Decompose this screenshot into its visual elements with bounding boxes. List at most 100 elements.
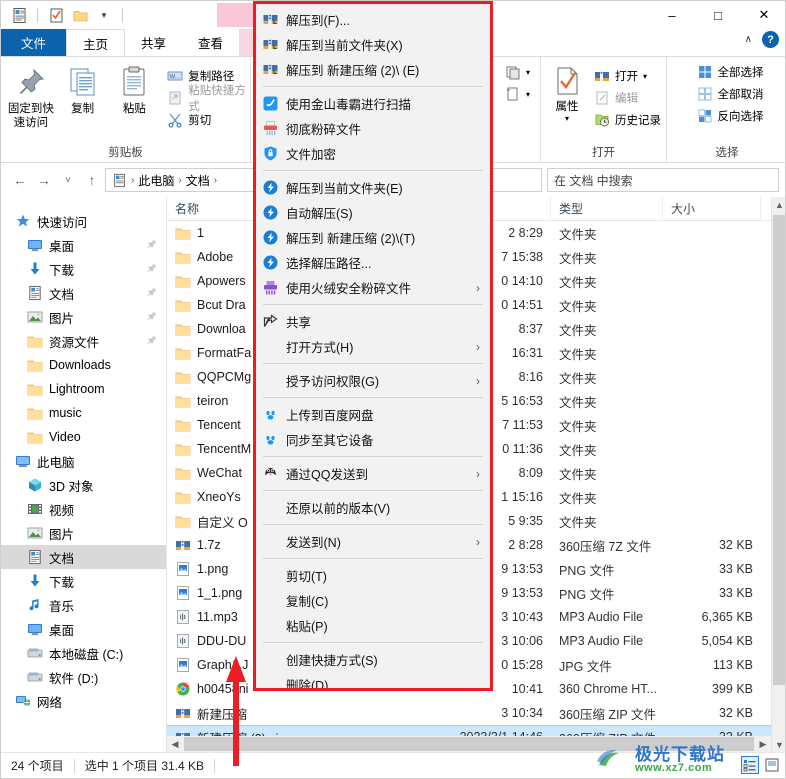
- column-header-type[interactable]: 类型: [551, 197, 663, 221]
- pin-icon[interactable]: [146, 334, 158, 349]
- search-input[interactable]: 在 文档 中搜索: [547, 168, 779, 192]
- pin-icon[interactable]: [146, 238, 158, 253]
- copy-to-dropdown-icon[interactable]: ▾: [526, 90, 530, 99]
- paste-shortcut-button[interactable]: 粘贴快捷方式: [164, 85, 250, 113]
- menu-item-1[interactable]: 解压到当前文件夹(X): [256, 32, 490, 57]
- menu-item-14[interactable]: 共享: [256, 309, 490, 334]
- new-folder-icon[interactable]: [70, 5, 90, 25]
- sidebar-item-13[interactable]: 图片: [1, 521, 166, 545]
- recent-locations-button[interactable]: ˅: [57, 168, 79, 192]
- scroll-left-arrow[interactable]: ◀: [167, 736, 183, 752]
- properties-icon[interactable]: [46, 5, 66, 25]
- sidebar-item-9[interactable]: Video: [1, 425, 166, 449]
- maximize-button[interactable]: □: [695, 1, 741, 29]
- sidebar-item-16[interactable]: 音乐: [1, 593, 166, 617]
- menu-item-20[interactable]: 同步至其它设备: [256, 427, 490, 452]
- sidebar-item-4[interactable]: 图片: [1, 305, 166, 329]
- column-header-size[interactable]: 大小: [663, 197, 761, 221]
- large-icons-view-button[interactable]: [763, 756, 781, 774]
- sidebar-item-3[interactable]: 文档: [1, 281, 166, 305]
- sidebar-item-0[interactable]: 快速访问: [1, 209, 166, 233]
- sidebar-item-12[interactable]: 视频: [1, 497, 166, 521]
- sidebar-item-7[interactable]: Lightroom: [1, 377, 166, 401]
- menu-item-4[interactable]: 使用金山毒霸进行扫描: [256, 91, 490, 116]
- pin-icon[interactable]: [146, 310, 158, 325]
- properties-dropdown-icon[interactable]: ▾: [565, 114, 569, 123]
- sidebar-item-10[interactable]: 此电脑: [1, 449, 166, 473]
- menu-item-11[interactable]: 选择解压路径...: [256, 250, 490, 275]
- invert-selection-button[interactable]: 反向选择: [694, 105, 767, 127]
- table-row[interactable]: 新建压缩 3 10:34 360压缩 ZIP 文件 32 KB: [167, 701, 785, 725]
- pin-icon[interactable]: [146, 262, 158, 277]
- menu-item-19[interactable]: 上传到百度网盘: [256, 402, 490, 427]
- sidebar-item-11[interactable]: 3D 对象: [1, 473, 166, 497]
- breadcrumb-item-computer[interactable]: 此电脑: [138, 172, 174, 189]
- sidebar-item-5[interactable]: 资源文件: [1, 329, 166, 353]
- tab-home[interactable]: 主页: [66, 29, 126, 56]
- menu-item-6[interactable]: 文件加密: [256, 141, 490, 166]
- forward-button[interactable]: →: [33, 168, 55, 192]
- pin-icon[interactable]: [146, 286, 158, 301]
- details-view-button[interactable]: [741, 756, 759, 774]
- copy-to-button[interactable]: ▾: [502, 83, 533, 105]
- open-dropdown-icon[interactable]: ▾: [643, 72, 647, 81]
- select-all-button[interactable]: 全部选择: [694, 61, 767, 83]
- back-button[interactable]: ←: [9, 168, 31, 192]
- menu-item-8[interactable]: 解压到当前文件夹(E): [256, 175, 490, 200]
- sidebar-item-20[interactable]: 网络: [1, 689, 166, 713]
- open-button[interactable]: 打开 ▾: [591, 65, 664, 87]
- menu-item-2[interactable]: 解压到 新建压缩 (2)\ (E): [256, 57, 490, 82]
- menu-item-30[interactable]: 粘贴(P): [256, 613, 490, 638]
- history-button[interactable]: 历史记录: [591, 109, 664, 131]
- sidebar-item-2[interactable]: 下载: [1, 257, 166, 281]
- menu-item-29[interactable]: 复制(C): [256, 588, 490, 613]
- menu-item-12[interactable]: 使用火绒安全粉碎文件 ›: [256, 275, 490, 300]
- menu-item-26[interactable]: 发送到(N) ›: [256, 529, 490, 554]
- menu-item-0[interactable]: 解压到(F)...: [256, 7, 490, 32]
- menu-item-32[interactable]: 创建快捷方式(S): [256, 647, 490, 672]
- menu-item-22[interactable]: 通过QQ发送到 ›: [256, 461, 490, 486]
- menu-item-28[interactable]: 剪切(T): [256, 563, 490, 588]
- select-none-button[interactable]: 全部取消: [694, 83, 767, 105]
- menu-item-17[interactable]: 授予访问权限(G) ›: [256, 368, 490, 393]
- vertical-scroll-thumb[interactable]: [773, 215, 785, 685]
- documents-icon[interactable]: [9, 5, 29, 25]
- menu-item-10[interactable]: 解压到 新建压缩 (2)\(T): [256, 225, 490, 250]
- sidebar-item-14[interactable]: 文档: [1, 545, 166, 569]
- tab-view[interactable]: 查看: [182, 29, 239, 56]
- up-button[interactable]: ↑: [81, 168, 103, 192]
- sidebar-item-18[interactable]: 本地磁盘 (C:): [1, 641, 166, 665]
- cut-button[interactable]: 剪切: [164, 109, 250, 131]
- move-to-dropdown-icon[interactable]: ▾: [526, 68, 530, 77]
- sidebar-item-19[interactable]: 软件 (D:): [1, 665, 166, 689]
- minimize-button[interactable]: –: [649, 1, 695, 29]
- menu-item-24[interactable]: 还原以前的版本(V): [256, 495, 490, 520]
- close-button[interactable]: ✕: [741, 1, 785, 29]
- move-to-button[interactable]: ▾: [502, 61, 533, 83]
- horizontal-scroll-thumb[interactable]: [184, 737, 754, 751]
- help-icon[interactable]: ?: [762, 31, 779, 48]
- edit-button[interactable]: 编辑: [591, 87, 664, 109]
- chevron-up-icon[interactable]: ∧: [745, 34, 752, 45]
- sidebar-item-6[interactable]: Downloads: [1, 353, 166, 377]
- tab-file[interactable]: 文件: [1, 29, 67, 56]
- vertical-scrollbar[interactable]: ▲ ▼: [771, 197, 785, 753]
- breadcrumb-item-documents[interactable]: 文档: [186, 172, 210, 189]
- paste-button[interactable]: 粘贴: [109, 61, 161, 116]
- sidebar-item-17[interactable]: 桌面: [1, 617, 166, 641]
- properties-button[interactable]: 属性 ▾: [543, 61, 591, 123]
- scroll-right-arrow[interactable]: ▶: [755, 736, 771, 752]
- sidebar-item-15[interactable]: 下载: [1, 569, 166, 593]
- menu-item-33[interactable]: 删除(D): [256, 672, 490, 688]
- scroll-up-arrow[interactable]: ▲: [772, 197, 785, 213]
- horizontal-scrollbar[interactable]: ◀ ▶: [167, 736, 771, 752]
- sidebar-item-1[interactable]: 桌面: [1, 233, 166, 257]
- copy-button[interactable]: 复制: [57, 61, 109, 116]
- tab-share[interactable]: 共享: [125, 29, 182, 56]
- scroll-down-arrow[interactable]: ▼: [772, 737, 785, 753]
- menu-item-5[interactable]: 彻底粉碎文件: [256, 116, 490, 141]
- sidebar-item-8[interactable]: music: [1, 401, 166, 425]
- customize-dropdown-icon[interactable]: ▾: [94, 5, 114, 25]
- pin-to-quick-access-button[interactable]: 固定到快速访问: [5, 61, 57, 130]
- menu-item-15[interactable]: 打开方式(H) ›: [256, 334, 490, 359]
